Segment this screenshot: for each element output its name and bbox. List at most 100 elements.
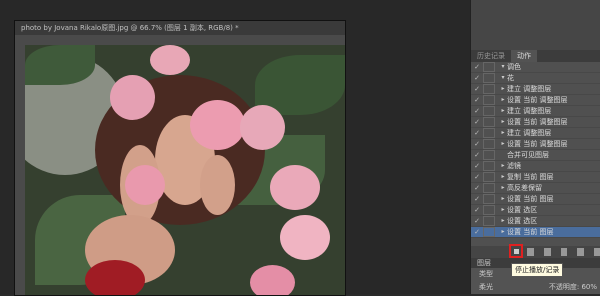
new-set-icon[interactable] [560,248,568,256]
action-row[interactable]: ✓ ▸ 建立 调整图层 [471,128,600,139]
play-icon[interactable] [543,248,551,256]
action-row-selected[interactable]: ✓ ▸ 设置 当前 图层 [471,227,600,238]
action-label: 设置 当前 图层 [507,195,554,203]
check-icon[interactable]: ✓ [471,95,483,105]
expand-icon[interactable]: ▸ [499,84,507,94]
peony [240,105,285,150]
check-icon[interactable]: ✓ [471,216,483,226]
expand-icon[interactable]: ▸ [499,106,507,116]
expand-icon[interactable]: ▸ [499,172,507,182]
peony [150,45,190,75]
peony [250,265,295,295]
check-icon[interactable]: ✓ [471,161,483,171]
dialog-toggle[interactable] [483,172,495,182]
stop-recording-tooltip: 停止播放/记录 [511,263,564,277]
dialog-toggle[interactable] [483,128,495,138]
document-title: photo by Jovana Rikalo原图.jpg @ 66.7% (图层… [15,21,345,35]
delete-icon[interactable] [594,248,600,256]
expand-icon[interactable]: ▸ [499,227,507,237]
check-icon[interactable]: ✓ [471,62,483,72]
check-icon[interactable]: ✓ [471,139,483,149]
dialog-toggle[interactable] [483,161,495,171]
check-icon[interactable]: ✓ [471,205,483,215]
panel-top-area [471,0,600,51]
dialog-toggle[interactable] [483,216,495,226]
action-row[interactable]: ✓ ▸ 复制 当前 图层 [471,172,600,183]
check-icon[interactable]: ✓ [471,117,483,127]
dialog-toggle[interactable] [483,62,495,72]
action-row[interactable]: ✓ ▸ 设置 当前 调整图层 [471,95,600,106]
action-row[interactable]: ✓ ▸ 高反差保留 [471,183,600,194]
expand-icon[interactable]: ▸ [499,139,507,149]
expand-icon[interactable]: ▸ [499,194,507,204]
dialog-toggle[interactable] [483,95,495,105]
peony [190,100,245,150]
dialog-toggle[interactable] [483,205,495,215]
action-row[interactable]: ✓ ▸ 滤镜 [471,161,600,172]
check-icon[interactable]: ✓ [471,194,483,204]
action-row[interactable]: ✓ ▸ 建立 调整图层 [471,84,600,95]
action-row[interactable]: ✓ ▾ 调色 [471,62,600,73]
dialog-toggle[interactable] [483,183,495,193]
opacity-value[interactable]: 60% [581,283,597,291]
action-label: 设置 当前 调整图层 [507,118,568,126]
peony [280,215,330,260]
tab-history[interactable]: 历史记录 [471,50,511,62]
dialog-toggle[interactable] [483,73,495,83]
action-label: 高反差保留 [507,184,542,192]
expand-icon[interactable]: ▾ [499,62,507,72]
peony [125,165,165,205]
check-icon[interactable]: ✓ [471,227,483,237]
document-window[interactable]: photo by Jovana Rikalo原图.jpg @ 66.7% (图层… [14,20,346,296]
action-row[interactable]: ✓ ▸ 设置 当前 图层 [471,194,600,205]
expand-icon[interactable]: ▸ [499,183,507,193]
dialog-toggle[interactable] [483,227,495,237]
check-icon[interactable]: ✓ [471,183,483,193]
check-icon[interactable]: ✓ [471,106,483,116]
record-icon[interactable] [527,248,534,256]
expand-icon[interactable]: ▸ [499,117,507,127]
check-icon[interactable]: ✓ [471,150,483,160]
action-row[interactable]: ✓ ▾ 花 [471,73,600,84]
red-dress [85,260,145,295]
dialog-toggle[interactable] [483,84,495,94]
action-label: 设置 选区 [507,217,538,225]
blend-mode-select[interactable]: 柔光 [479,281,493,294]
check-icon[interactable]: ✓ [471,73,483,83]
check-icon[interactable]: ✓ [471,172,483,182]
expand-icon[interactable]: ▸ [499,95,507,105]
canvas-photo[interactable] [25,45,345,295]
expand-icon[interactable]: ▸ [499,128,507,138]
action-row[interactable]: ✓ ▸ 设置 当前 调整图层 [471,117,600,128]
panel-tabs: 历史记录 动作 [471,50,600,62]
action-row[interactable]: ✓ ▸ 设置 选区 [471,216,600,227]
dialog-toggle[interactable] [483,150,495,160]
actions-list: ✓ ▾ 调色 ✓ ▾ 花 ✓ ▸ 建立 调整图层 ✓ ▸ 设置 当前 调整图层 ✓ ▸ 建立 调整图… [471,62,600,246]
dialog-toggle[interactable] [483,106,495,116]
new-action-icon[interactable] [577,248,585,256]
action-row[interactable]: ✓ 合并可见图层 [471,150,600,161]
action-row[interactable]: ✓ ▸ 设置 当前 调整图层 [471,139,600,150]
expand-icon[interactable]: ▸ [499,161,507,171]
dialog-toggle[interactable] [483,139,495,149]
left-ruler [15,35,25,295]
top-ruler [25,35,345,45]
actions-toolbar [471,246,600,258]
dialog-toggle[interactable] [483,194,495,204]
check-icon[interactable]: ✓ [471,84,483,94]
opacity-control[interactable]: 不透明度: 60% [549,281,597,294]
action-row[interactable]: ✓ ▸ 建立 调整图层 [471,106,600,117]
action-label: 调色 [507,63,521,71]
tab-actions[interactable]: 动作 [511,50,537,62]
stop-recording-button[interactable] [509,244,523,258]
action-label: 滤镜 [507,162,521,170]
expand-icon[interactable]: ▾ [499,73,507,83]
peony [110,75,155,120]
action-label: 设置 当前 调整图层 [507,96,568,104]
expand-icon[interactable]: ▸ [499,205,507,215]
dialog-toggle[interactable] [483,117,495,127]
action-row[interactable]: ✓ ▸ 设置 选区 [471,205,600,216]
stop-icon [514,249,519,254]
check-icon[interactable]: ✓ [471,128,483,138]
expand-icon[interactable]: ▸ [499,216,507,226]
